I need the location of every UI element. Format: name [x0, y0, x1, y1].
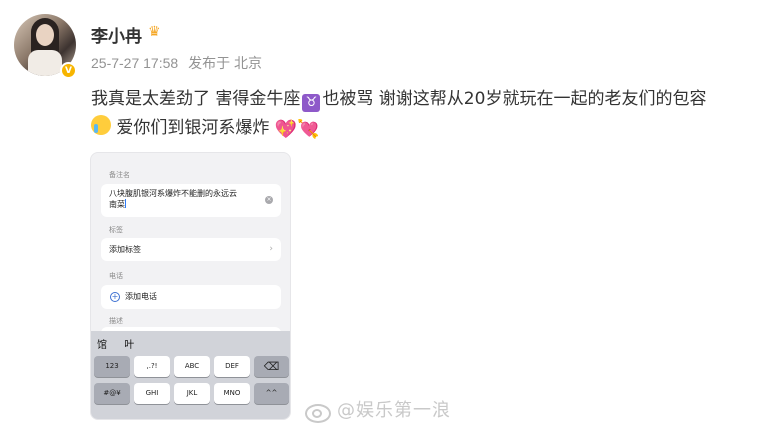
- candidate-bar: 馆 叶: [97, 336, 147, 351]
- key-def: DEF: [214, 356, 250, 377]
- attached-screenshot[interactable]: 备注名 八块腹肌银河系爆炸不能删的永远云 南菜 × 标签 添加标签 › 电话 +…: [90, 152, 291, 420]
- avatar-face: [36, 24, 54, 46]
- username[interactable]: 李小冉: [91, 22, 142, 47]
- plus-icon: +: [110, 292, 120, 302]
- key-abc: ABC: [174, 356, 210, 377]
- ime-keyboard: 馆 叶 123 ,.?! ABC DEF ⌫ #@¥ GHI JKL MNO ^…: [91, 331, 290, 419]
- key-punct: ,.?!: [134, 356, 170, 377]
- key-ghi: GHI: [134, 383, 170, 404]
- crying-face-icon: [91, 115, 111, 135]
- post-text-part-3: 爱你们到银河系爆炸: [116, 118, 270, 138]
- emoji-key-icon: ^^: [254, 383, 289, 404]
- note-name-value-2: 南菜: [109, 200, 125, 209]
- post-text-part-2: 也被骂 谢谢这帮从20岁就玩在一起的老友们的包容: [322, 89, 707, 109]
- weibo-logo-icon: [305, 400, 333, 423]
- post-text-part-1: 我真是太差劲了 害得金牛座: [91, 89, 301, 109]
- note-name-label: 备注名: [109, 171, 130, 179]
- clear-icon: ×: [265, 196, 273, 204]
- post-text: 我真是太差劲了 害得金牛座 ♉ 也被骂 谢谢这帮从20岁就玩在一起的老友们的包容 爱…: [91, 85, 751, 144]
- add-phone-field: + 添加电话: [101, 285, 281, 309]
- watermark: @娱乐第一浪: [305, 396, 451, 423]
- candidate-2: 叶: [124, 340, 136, 351]
- crown-icon: ♛: [148, 24, 161, 40]
- chevron-right-icon: ›: [269, 244, 273, 254]
- text-cursor: [125, 199, 126, 208]
- verified-icon: V: [60, 62, 77, 79]
- description-label: 描述: [109, 317, 123, 325]
- phone-label: 电话: [109, 272, 123, 280]
- hearts-icon: 💖💘: [274, 119, 320, 140]
- note-name-value-1: 八块腹肌银河系爆炸不能删的永远云: [109, 189, 237, 198]
- key-123: 123: [94, 356, 130, 377]
- post-location: 发布于 北京: [188, 55, 262, 71]
- add-tag-text: 添加标签: [109, 245, 141, 254]
- post-meta: 25-7-27 17:58 发布于 北京: [91, 53, 268, 73]
- key-symbols: #@¥: [94, 383, 130, 404]
- candidate-1: 馆: [97, 340, 108, 351]
- post-time[interactable]: 25-7-27 17:58: [91, 55, 178, 71]
- add-tag-field: 添加标签 ›: [101, 238, 281, 261]
- avatar-body: [28, 50, 62, 76]
- delete-key-icon: ⌫: [254, 356, 289, 377]
- taurus-icon: ♉: [302, 94, 321, 112]
- note-name-field: 八块腹肌银河系爆炸不能删的永远云 南菜 ×: [101, 184, 281, 217]
- watermark-text: @娱乐第一浪: [337, 400, 451, 421]
- key-mno: MNO: [214, 383, 250, 404]
- tag-label: 标签: [109, 226, 123, 234]
- add-phone-text: 添加电话: [125, 292, 157, 301]
- key-jkl: JKL: [174, 383, 210, 404]
